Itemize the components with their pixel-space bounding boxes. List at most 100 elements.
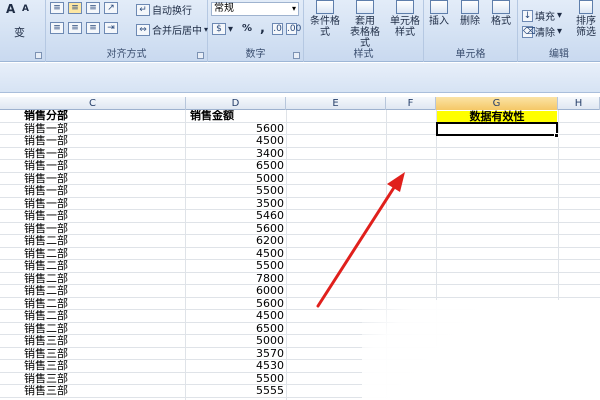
align-bottom-button[interactable]: ≡ (86, 2, 100, 14)
grow-font-button[interactable]: A (6, 2, 15, 16)
clear-button[interactable]: ⌫ 清除 ▾ (522, 24, 562, 39)
align-middle-button[interactable]: ≡ (68, 2, 82, 14)
branch-cell[interactable]: 销售三部 (24, 373, 184, 386)
amount-cell[interactable]: 5555 (186, 385, 286, 398)
align-top-button[interactable]: ≡ (50, 2, 64, 14)
align-center-button[interactable]: ≡ (68, 22, 82, 34)
branch-cell[interactable]: 销售二部 (24, 285, 184, 298)
branch-cell[interactable]: 销售一部 (24, 135, 184, 148)
number-launcher-icon[interactable] (293, 52, 300, 59)
amount-cell[interactable]: 5000 (186, 335, 286, 348)
table-format-button[interactable]: 套用 表格格式 (346, 0, 384, 49)
branch-cell[interactable]: 销售一部 (24, 185, 184, 198)
amount-cell[interactable]: 5500 (186, 260, 286, 273)
table-row: 销售一部 5600 (0, 223, 600, 236)
branch-cell[interactable]: 销售二部 (24, 235, 184, 248)
indent-button[interactable]: ⇥ (104, 22, 118, 34)
header-cell-branch[interactable]: 销售分部 (24, 110, 184, 123)
branch-cell[interactable]: 销售一部 (24, 123, 184, 136)
branch-cell[interactable]: 销售一部 (24, 173, 184, 186)
merge-center-label: 合并后居中 (152, 26, 202, 37)
wrap-text-button[interactable]: ↵ 自动换行 (136, 2, 192, 17)
amount-cell[interactable]: 7800 (186, 273, 286, 286)
column-header-f[interactable]: F (386, 97, 436, 110)
branch-cell[interactable]: 销售三部 (24, 360, 184, 373)
header-cell-amount[interactable]: 销售金额 (186, 110, 286, 123)
comma-button[interactable]: , (260, 21, 265, 36)
amount-cell[interactable]: 4500 (186, 135, 286, 148)
format-label: 格式 (491, 16, 511, 27)
column-header-e[interactable]: E (286, 97, 386, 110)
align-center-icon: ≡ (68, 22, 82, 34)
conditional-format-button[interactable]: 条件格式 (306, 0, 344, 44)
delete-icon (461, 0, 479, 14)
align-left-button[interactable]: ≡ (50, 22, 64, 34)
branch-cell[interactable]: 销售二部 (24, 248, 184, 261)
amount-cell[interactable]: 5600 (186, 298, 286, 311)
branch-cell[interactable]: 销售三部 (24, 335, 184, 348)
font-launcher-icon[interactable] (35, 52, 42, 59)
column-header-d[interactable]: D (186, 97, 286, 110)
delete-button[interactable]: 删除 (455, 0, 485, 44)
alignment-launcher-icon[interactable] (197, 52, 204, 59)
branch-cell[interactable]: 销售二部 (24, 273, 184, 286)
fill-button[interactable]: ↓ 填充 ▾ (522, 8, 562, 23)
amount-cell[interactable]: 6200 (186, 235, 286, 248)
editing-group-label: 编辑 (549, 49, 569, 60)
decrease-decimal-button[interactable]: .00 (286, 23, 301, 35)
number-format-select[interactable]: 常规 ▾ (211, 2, 299, 16)
branch-cell[interactable]: 销售一部 (24, 198, 184, 211)
orientation-button[interactable]: ↗ (104, 2, 118, 14)
branch-cell[interactable]: 销售二部 (24, 323, 184, 336)
amount-cell[interactable]: 5000 (186, 173, 286, 186)
amount-cell[interactable]: 4500 (186, 310, 286, 323)
insert-button[interactable]: 插入 (424, 0, 454, 44)
amount-cell[interactable]: 3400 (186, 148, 286, 161)
increase-decimal-button[interactable]: .0 (272, 23, 283, 35)
branch-cell[interactable]: 销售一部 (24, 223, 184, 236)
cell-style-button[interactable]: 单元格 样式 (386, 0, 424, 44)
branch-cell[interactable]: 销售二部 (24, 260, 184, 273)
shrink-font-button[interactable]: A (22, 4, 29, 14)
amount-cell[interactable]: 4530 (186, 360, 286, 373)
branch-cell[interactable]: 销售一部 (24, 160, 184, 173)
fill-label: 填充 (535, 12, 555, 23)
currency-icon: $ (212, 23, 226, 35)
amount-cell[interactable]: 6500 (186, 160, 286, 173)
column-header-c[interactable]: C (0, 97, 186, 110)
merge-center-button[interactable]: ⇔ 合并后居中 ▾ (136, 22, 208, 37)
amount-cell[interactable]: 5500 (186, 185, 286, 198)
amount-cell[interactable]: 5600 (186, 223, 286, 236)
branch-cell[interactable]: 销售一部 (24, 210, 184, 223)
cell-style-label-1: 单元格 (390, 16, 420, 27)
formula-bar-area[interactable] (0, 63, 600, 93)
indent-icon: ⇥ (104, 22, 118, 34)
branch-cell[interactable]: 销售一部 (24, 148, 184, 161)
amount-cell[interactable]: 3570 (186, 348, 286, 361)
amount-cell[interactable]: 5600 (186, 123, 286, 136)
branch-cell[interactable]: 销售二部 (24, 310, 184, 323)
amount-cell[interactable]: 6500 (186, 323, 286, 336)
align-right-icon: ≡ (86, 22, 100, 34)
currency-button[interactable]: $ ▾ (212, 23, 233, 35)
fill-handle[interactable] (554, 133, 559, 138)
amount-cell[interactable]: 5500 (186, 373, 286, 386)
cell-style-label-2: 样式 (395, 27, 415, 38)
format-button[interactable]: 格式 (486, 0, 516, 44)
table-format-label-1: 套用 (355, 16, 375, 27)
branch-cell[interactable]: 销售三部 (24, 348, 184, 361)
active-cell[interactable] (436, 122, 558, 136)
amount-cell[interactable]: 3500 (186, 198, 286, 211)
amount-cell[interactable]: 6000 (186, 285, 286, 298)
column-header-g[interactable]: G (436, 97, 558, 110)
column-header-h[interactable]: H (558, 97, 600, 110)
branch-cell[interactable]: 销售三部 (24, 385, 184, 398)
align-right-button[interactable]: ≡ (86, 22, 100, 34)
branch-cell[interactable]: 销售二部 (24, 298, 184, 311)
amount-cell[interactable]: 4500 (186, 248, 286, 261)
sort-filter-button[interactable]: 排序 筛选 (572, 0, 600, 44)
amount-cell[interactable]: 5460 (186, 210, 286, 223)
sort-filter-icon (579, 0, 593, 14)
phonetic-button[interactable]: 变 (14, 24, 25, 40)
percent-button[interactable]: % (242, 23, 252, 34)
